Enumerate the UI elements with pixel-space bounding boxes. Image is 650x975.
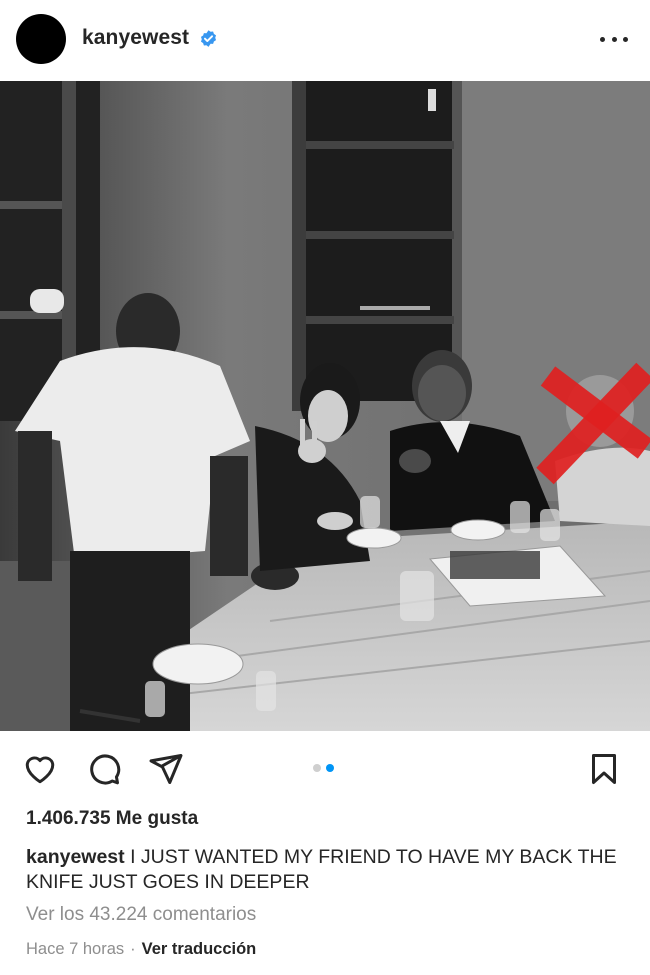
carousel-dot-active (326, 764, 334, 772)
verified-badge-icon (200, 30, 217, 47)
post-actions (0, 745, 650, 793)
bookmark-icon[interactable] (586, 751, 622, 787)
heart-icon[interactable] (22, 751, 58, 787)
post-time: Hace 7 horas (26, 940, 125, 958)
carousel-dot (313, 764, 321, 772)
more-horizontal-icon (600, 36, 605, 42)
post-caption: kanyewest I JUST WANTED MY FRIEND TO HAV… (26, 845, 626, 895)
post-header: kanyewest (0, 0, 650, 80)
caption-username[interactable]: kanyewest (26, 846, 125, 868)
paper-plane-icon[interactable] (148, 751, 184, 787)
dinner-photo (0, 81, 650, 731)
more-options-button[interactable] (600, 28, 628, 50)
comment-icon[interactable] (86, 751, 122, 787)
meta-separator: · (130, 940, 136, 958)
post-meta: Hace 7 horas · Ver traducción (26, 940, 256, 959)
see-translation-link[interactable]: Ver traducción (142, 940, 257, 958)
view-comments-link[interactable]: Ver los 43.224 comentarios (26, 904, 256, 926)
post-photo[interactable] (0, 81, 650, 731)
likes-count[interactable]: 1.406.735 Me gusta (26, 808, 198, 830)
post-username[interactable]: kanyewest (82, 26, 189, 50)
carousel-indicator (313, 764, 334, 772)
avatar[interactable] (16, 14, 66, 64)
